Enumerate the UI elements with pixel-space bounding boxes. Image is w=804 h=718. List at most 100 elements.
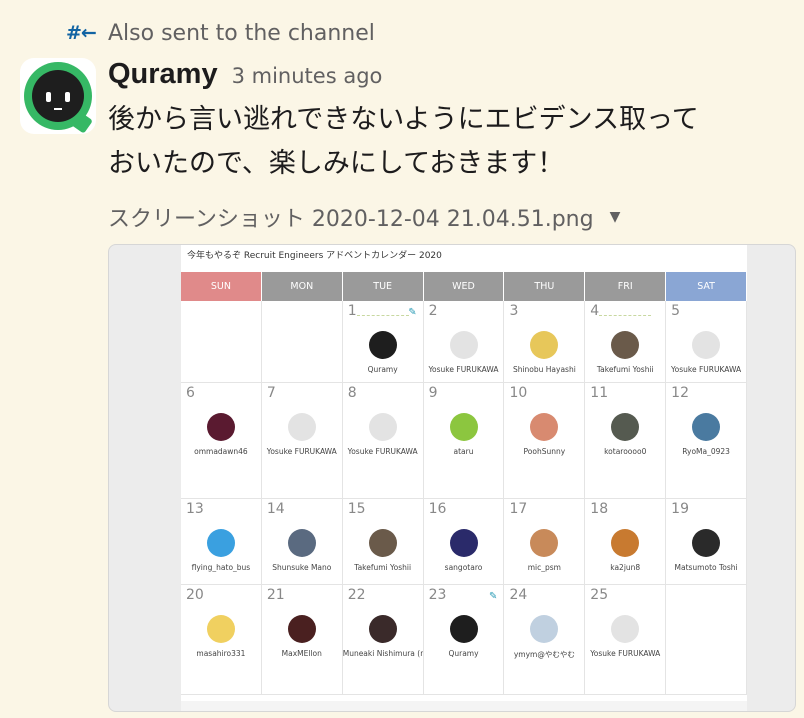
day-number: 11 — [590, 385, 609, 401]
participant-name: mic_psm — [527, 563, 561, 572]
day-number: 6 — [186, 385, 195, 401]
day-number: 23 — [428, 587, 447, 603]
calendar-cell: 1 ✎ Quramy — [342, 301, 424, 383]
participant-name: Quramy — [448, 649, 479, 658]
day-number: 5 — [671, 303, 681, 319]
calendar-cell: 14 Shunsuke Mano — [261, 499, 343, 585]
participant-avatar — [692, 529, 721, 557]
avatar-left-eye — [46, 92, 51, 102]
participant-name: sangotaro — [444, 563, 483, 572]
participant-name: Shinobu Hayashi — [512, 365, 576, 374]
file-name[interactable]: スクリーンショット 2020-12-04 21.04.51.png — [108, 201, 594, 233]
day-header-wed: WED — [423, 272, 505, 301]
day-number: 15 — [347, 501, 366, 517]
participant-name: ommadawn46 — [194, 447, 248, 456]
participant-avatar-image — [530, 413, 559, 441]
day-number: 4 — [590, 303, 600, 319]
participant-name: Muneaki Nishimura (nishimunea) — [342, 649, 423, 658]
participant-avatar — [206, 413, 235, 441]
day-number: 9 — [428, 385, 438, 401]
calendar-cell: 24 ymym@やむやむ — [504, 585, 586, 695]
participant-avatar-image — [368, 529, 397, 557]
participant-name: ymym@やむやむ — [513, 650, 575, 659]
day-header-thu: THU — [504, 272, 586, 301]
calendar-cell: 7 Yosuke FURUKAWA — [261, 383, 343, 499]
calendar-bottom-strip — [181, 701, 747, 711]
calendar-cell — [261, 301, 343, 383]
participant-avatar-image — [368, 331, 397, 359]
day-number: 19 — [671, 501, 689, 517]
day-number: 2 — [428, 303, 438, 319]
participant-name: Matsumoto Toshi — [674, 563, 738, 572]
participant-avatar-image — [530, 529, 559, 557]
message-line-2: おいたので、楽しみにしておきます！ — [108, 148, 565, 179]
avatar-mouth — [54, 108, 62, 110]
calendar-grid: SUN MON TUE WED THU FRI SAT 1 ✎ Quramy 2 Yosuke FUR… — [181, 272, 748, 695]
participant-name: Yosuke FURUKAWA — [347, 447, 418, 456]
participant-name: Takefumi Yoshii — [354, 563, 412, 572]
day-number: 10 — [509, 385, 528, 401]
calendar-cell: 2 Yosuke FURUKAWA — [423, 301, 505, 383]
image-preview[interactable]: 今年もやるぞ Recruit Engineers アドベントカレンダー 2020… — [108, 244, 796, 712]
participant-name: Shunsuke Mano — [272, 563, 332, 572]
message-body: 後から言い逃れできないようにエビデンス取って おいたので、楽しみにしておきます！ — [108, 98, 788, 186]
day-number: 13 — [186, 501, 204, 517]
file-attachment-title[interactable]: スクリーンショット 2020-12-04 21.04.51.png ▼ — [108, 200, 620, 234]
participant-avatar-image — [611, 615, 640, 643]
day-header-tue: TUE — [342, 272, 424, 301]
day-header-sun: SUN — [181, 272, 262, 301]
day-number: 14 — [266, 501, 285, 517]
participant-avatar — [449, 413, 478, 441]
participant-avatar-image — [287, 529, 316, 557]
calendar-cell: 21 MaxMEllon — [261, 585, 343, 695]
calendar-title: 今年もやるぞ Recruit Engineers アドベントカレンダー 2020 — [187, 251, 442, 261]
calendar-cell: 9 ataru — [423, 383, 505, 499]
participant-avatar — [449, 331, 478, 359]
participant-avatar-image — [449, 331, 478, 359]
participant-name: Yosuke FURUKAWA — [428, 365, 499, 374]
participant-avatar-image — [692, 331, 721, 359]
calendar-cell: 5 Yosuke FURUKAWA — [666, 301, 748, 383]
message: Quramy 3 minutes ago 後から言い逃れできないようにエビデンス… — [108, 58, 788, 186]
calendar-cell: 19 Matsumoto Toshi — [666, 499, 748, 585]
day-number: 21 — [266, 587, 285, 603]
edit-icon: ✎ — [408, 307, 417, 318]
participant-avatar — [692, 331, 721, 359]
day-number: 16 — [428, 501, 447, 517]
day-header-fri: FRI — [585, 272, 667, 301]
avatar-face — [32, 70, 84, 122]
sender-name[interactable]: Quramy — [108, 58, 218, 91]
participant-avatar — [287, 413, 316, 441]
day-number: 12 — [671, 385, 689, 401]
calendar-cell — [666, 585, 748, 695]
participant-avatar-image — [692, 529, 721, 557]
participant-name: Yosuke FURUKAWA — [266, 447, 337, 456]
calendar-cell: 22 Muneaki Nishimura (nishimunea) — [342, 585, 424, 695]
sender-avatar[interactable] — [20, 58, 96, 134]
also-sent-note[interactable]: #← Also sent to the channel — [66, 18, 375, 48]
calendar-cell: 20 masahiro331 — [181, 585, 262, 695]
calendar-cell: 6 ommadawn46 — [181, 383, 262, 499]
also-sent-text: Also sent to the channel — [108, 20, 375, 46]
participant-avatar — [368, 413, 397, 441]
participant-avatar — [368, 331, 397, 359]
participant-name: MaxMEllon — [281, 649, 322, 658]
participant-name: RyoMa_0923 — [682, 447, 730, 456]
participant-avatar — [206, 615, 235, 643]
participant-avatar — [692, 413, 721, 441]
message-timestamp[interactable]: 3 minutes ago — [232, 64, 383, 88]
participant-avatar — [530, 413, 559, 441]
participant-name: ataru — [453, 447, 474, 456]
participant-avatar-image — [611, 529, 640, 557]
day-number: 22 — [347, 587, 366, 603]
message-line-1: 後から言い逃れできないようにエビデンス取って — [108, 104, 699, 135]
edit-icon: ✎ — [489, 591, 498, 602]
participant-name: Yosuke FURUKAWA — [590, 649, 661, 658]
day-number: 24 — [509, 587, 528, 603]
participant-avatar-image — [530, 615, 559, 643]
file-menu-caret-icon[interactable]: ▼ — [610, 209, 621, 225]
participant-avatar — [611, 413, 640, 441]
participant-avatar — [206, 529, 235, 557]
calendar-cell: 18 ka2jun8 — [585, 499, 667, 585]
calendar-cell: 4 Takefumi Yoshii — [585, 301, 667, 383]
